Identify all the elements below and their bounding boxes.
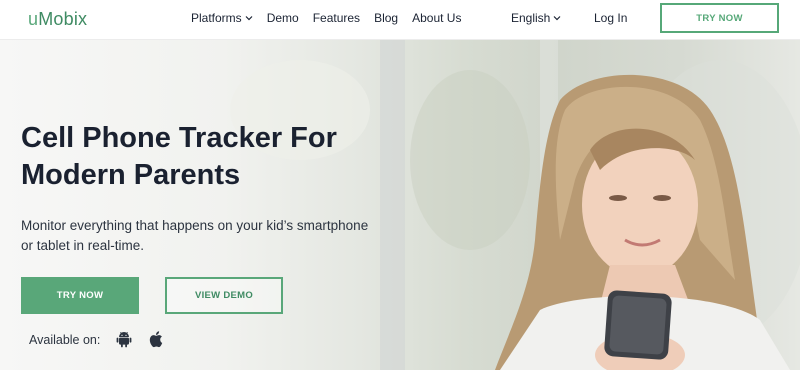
hero-try-now-button[interactable]: TRY NOW	[21, 277, 139, 314]
hero-subtitle: Monitor everything that happens on your …	[21, 216, 381, 256]
nav-platforms-label: Platforms	[191, 11, 242, 25]
hero-title-line2: Modern Parents	[21, 159, 241, 191]
language-label: English	[511, 11, 551, 25]
android-icon[interactable]	[116, 330, 132, 348]
logo-text: Mobix	[38, 9, 88, 29]
top-navbar: uMobix Platforms Demo Features Blog Abou…	[0, 0, 800, 40]
nav-blog[interactable]: Blog	[374, 11, 398, 25]
hero-section: Cell Phone Tracker For Modern Parents Mo…	[0, 40, 800, 370]
logo[interactable]: uMobix	[28, 9, 87, 30]
available-on-label: Available on:	[29, 333, 101, 347]
nav-features[interactable]: Features	[313, 11, 360, 25]
hero-content: Cell Phone Tracker For Modern Parents Mo…	[0, 40, 420, 370]
nav-platforms[interactable]: Platforms	[191, 11, 253, 25]
main-nav: Platforms Demo Features Blog About Us	[191, 11, 461, 25]
apple-icon[interactable]	[149, 330, 165, 348]
hero-subtitle-line2: or tablet in real-time.	[21, 238, 145, 253]
view-demo-button[interactable]: VIEW DEMO	[165, 277, 283, 314]
language-selector[interactable]: English	[511, 11, 561, 25]
chevron-down-icon	[553, 16, 561, 21]
hero-title: Cell Phone Tracker For Modern Parents	[21, 120, 401, 194]
chevron-down-icon	[245, 16, 253, 21]
hero-title-line1: Cell Phone Tracker For	[21, 122, 337, 154]
header-try-now-button[interactable]: TRY NOW	[660, 3, 779, 33]
logo-mark: u	[28, 9, 39, 29]
hero-subtitle-line1: Monitor everything that happens on your …	[21, 218, 369, 233]
nav-demo[interactable]: Demo	[267, 11, 299, 25]
nav-about-us[interactable]: About Us	[412, 11, 461, 25]
login-link[interactable]: Log In	[594, 11, 627, 25]
